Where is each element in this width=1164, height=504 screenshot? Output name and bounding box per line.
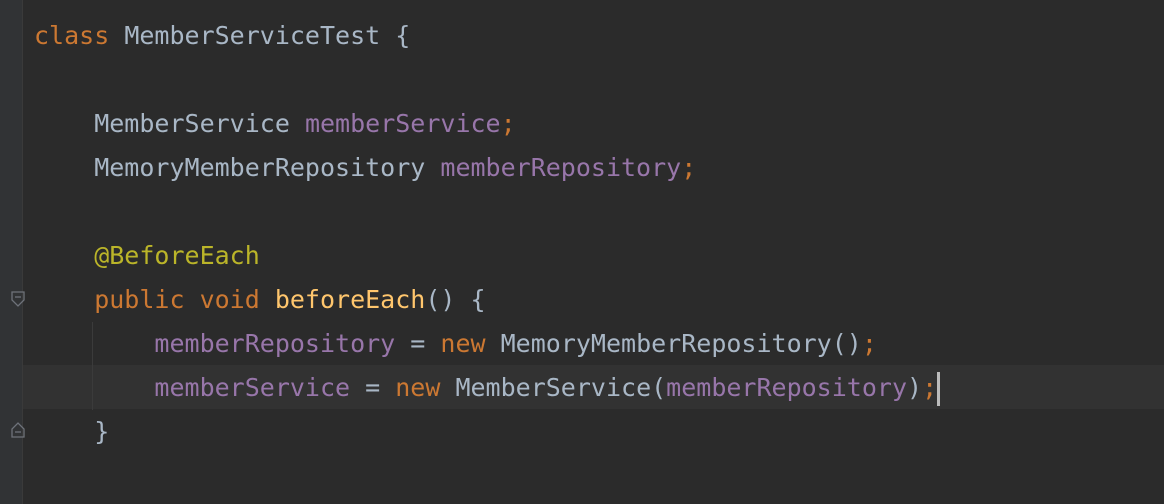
code-line[interactable]: @BeforeEach <box>34 234 260 278</box>
code-token: memberRepository <box>440 153 682 182</box>
code-token: memberRepository <box>666 373 907 402</box>
editor-gutter[interactable] <box>0 0 25 504</box>
code-token: MemberService( <box>455 373 667 402</box>
code-token: MemoryMemberRepository() <box>500 329 862 358</box>
code-token: ) <box>907 373 923 402</box>
code-token: memberService <box>34 373 351 402</box>
code-line[interactable]: memberService = new MemberService(member… <box>34 366 941 410</box>
code-token: ; <box>500 109 516 138</box>
code-token: ; <box>861 329 877 358</box>
code-token: memberService <box>304 109 501 138</box>
code-line[interactable]: } <box>34 410 109 454</box>
code-line[interactable]: MemoryMemberRepository memberRepository; <box>34 146 696 190</box>
code-editor[interactable]: class MemberServiceTest { MemberService … <box>0 0 1164 504</box>
code-token: @BeforeEach <box>34 241 260 270</box>
code-token: } <box>34 417 110 446</box>
code-token: new <box>440 329 501 358</box>
code-token: beforeEach <box>274 285 426 314</box>
fold-open-icon[interactable] <box>11 291 25 307</box>
code-token: () { <box>425 285 486 314</box>
text-caret <box>937 372 941 406</box>
code-token: class <box>34 21 110 50</box>
code-line[interactable]: MemberService memberService; <box>34 102 516 146</box>
code-token: MemberService <box>34 109 305 138</box>
code-token: public void <box>34 285 275 314</box>
code-token: ; <box>922 373 938 402</box>
code-token: ; <box>681 153 697 182</box>
code-line[interactable]: memberRepository = new MemoryMemberRepos… <box>34 322 877 366</box>
code-token: new <box>395 373 456 402</box>
code-line[interactable]: public void beforeEach() { <box>34 278 486 322</box>
code-token: MemoryMemberRepository <box>34 153 441 182</box>
code-token: MemberServiceTest { <box>109 21 411 50</box>
code-token: = <box>350 373 396 402</box>
code-token: = <box>395 329 441 358</box>
fold-close-icon[interactable] <box>11 422 25 438</box>
code-token: memberRepository <box>34 329 396 358</box>
code-line[interactable]: class MemberServiceTest { <box>34 14 410 58</box>
